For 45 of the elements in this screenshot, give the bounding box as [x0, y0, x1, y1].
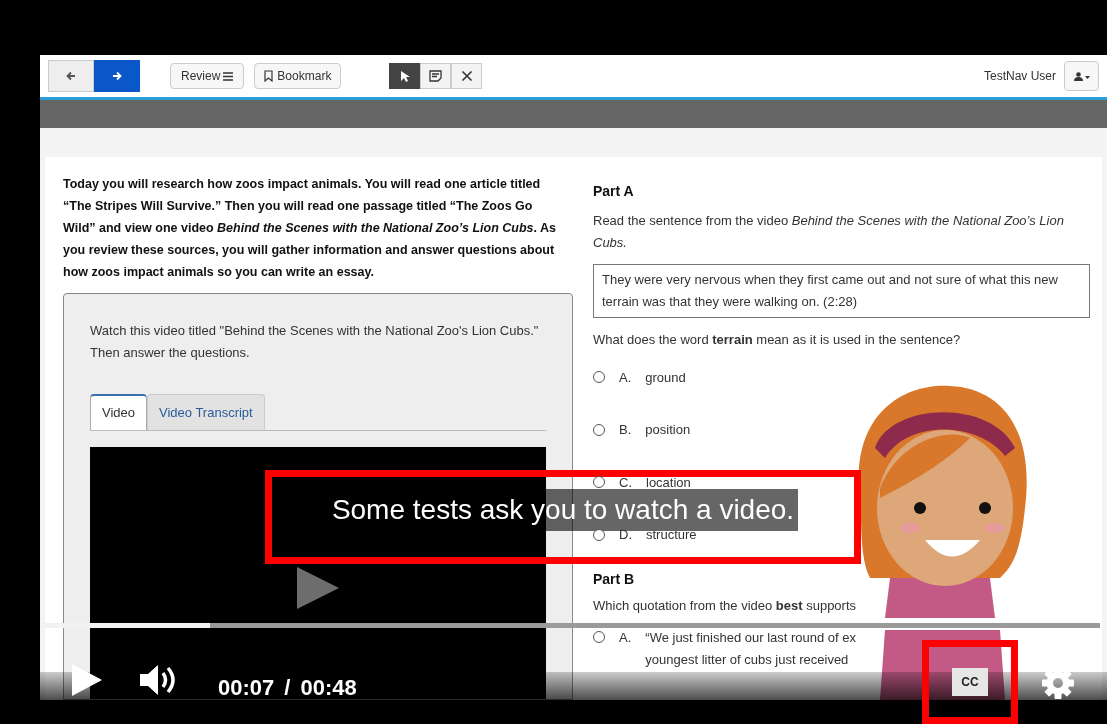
user-menu-button[interactable] — [1064, 61, 1099, 91]
review-button[interactable]: Review — [170, 63, 245, 89]
option-letter: A. — [619, 631, 632, 645]
cross-icon — [460, 70, 473, 82]
bookmark-button[interactable]: Bookmark — [254, 63, 342, 89]
captions-button[interactable]: CC — [952, 668, 988, 696]
passage-intro: Today you will research how zoos impact animals. You will read one article titled “The Stripes Will Survive.” Then you will read one passage titled “The Zoos Go Wild” and view one video Behind the Scenes with the National Zoo’s Lion Cubs. As you review these sources, you will gather information and answer questions about how zoos impact animals so you can write an essay. — [63, 176, 557, 281]
radio-button[interactable] — [593, 476, 605, 489]
option-text: location — [646, 473, 691, 492]
radio-button[interactable] — [593, 528, 605, 541]
progress-track[interactable] — [40, 623, 1100, 628]
user-name: TestNav User — [983, 68, 1056, 85]
part-b-question: Which quotation from the video best supports — [593, 596, 858, 615]
part-b-heading: Part B — [593, 569, 636, 589]
option-letter: C. — [619, 473, 632, 492]
bookmark-icon — [264, 70, 274, 82]
right-arrow-icon — [112, 71, 122, 81]
tab[interactable]: Video — [90, 394, 147, 430]
duration: 00:48 — [300, 674, 357, 702]
radio-button[interactable] — [593, 371, 605, 384]
user-icon — [1073, 71, 1090, 81]
option-text: ground — [645, 368, 686, 387]
part-a-question: What does the word terrain mean as it is used in the sentence? — [593, 331, 962, 349]
play-icon — [295, 565, 341, 611]
option-text: position — [645, 421, 691, 439]
option-letter: B. — [619, 421, 632, 439]
part-a-heading: Part A — [593, 182, 635, 201]
play-icon[interactable] — [70, 662, 104, 698]
note-icon — [429, 70, 443, 82]
tool-button[interactable] — [389, 63, 421, 89]
time-separator: / — [284, 674, 291, 702]
option-text: youngest litter of cubs just received — [645, 653, 850, 667]
option-text: “We just finished our last round of ex — [645, 631, 857, 645]
option-letter: A. — [619, 368, 632, 387]
left-arrow-icon — [66, 71, 76, 81]
cursor-icon — [399, 69, 410, 83]
video-instruction: Watch this video titled "Behind the Scenes with the National Zoo's Lion Cubs." Then answer the questions. — [90, 322, 540, 362]
current-time: 00:07 — [218, 674, 275, 702]
radio-button[interactable] — [593, 423, 605, 436]
radio-button[interactable] — [593, 631, 605, 643]
volume-icon[interactable] — [138, 663, 178, 697]
part-a-prompt: Read the sentence from the video Behind the Scenes with the National Zoo’s Lion Cubs. — [593, 212, 1065, 252]
tab[interactable]: Video Transcript — [147, 394, 265, 430]
list-icon — [223, 71, 234, 81]
quote-box: They were very nervous when they first came out and not sure of what this new terrain was that they were walking on. (2:28) — [593, 264, 1090, 318]
